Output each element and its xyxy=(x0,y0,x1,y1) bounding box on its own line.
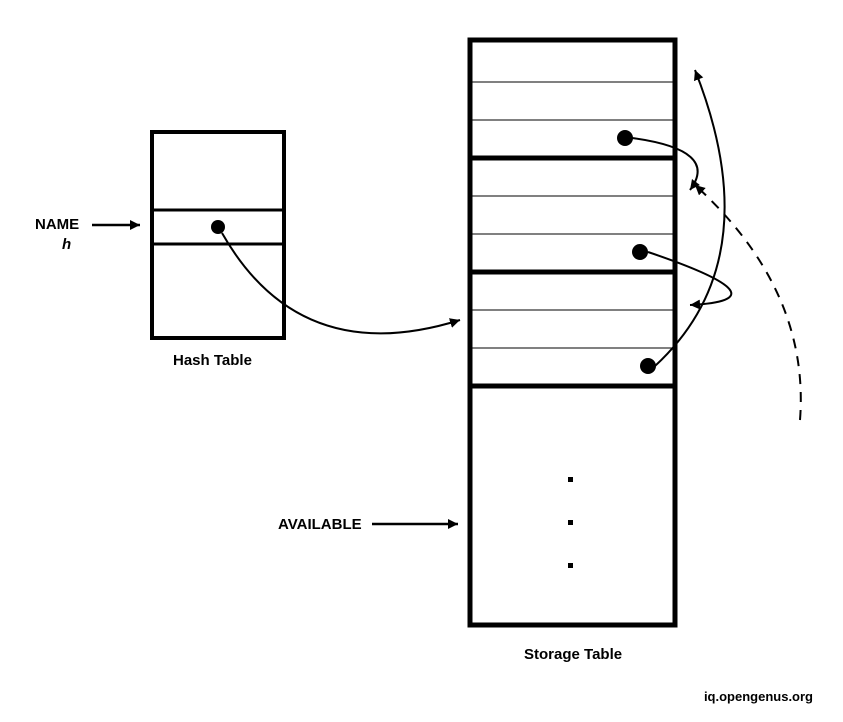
hash-table-box xyxy=(152,132,284,338)
link1-dot xyxy=(617,130,633,146)
ellipsis-dot xyxy=(568,563,573,568)
ellipsis-dot xyxy=(568,477,573,482)
diagram-canvas xyxy=(0,0,843,722)
link2-dot xyxy=(632,244,648,260)
storage-table-box xyxy=(470,40,675,625)
hash-slot-dot xyxy=(211,220,225,234)
ellipsis-dot xyxy=(568,520,573,525)
link3-dot xyxy=(640,358,656,374)
